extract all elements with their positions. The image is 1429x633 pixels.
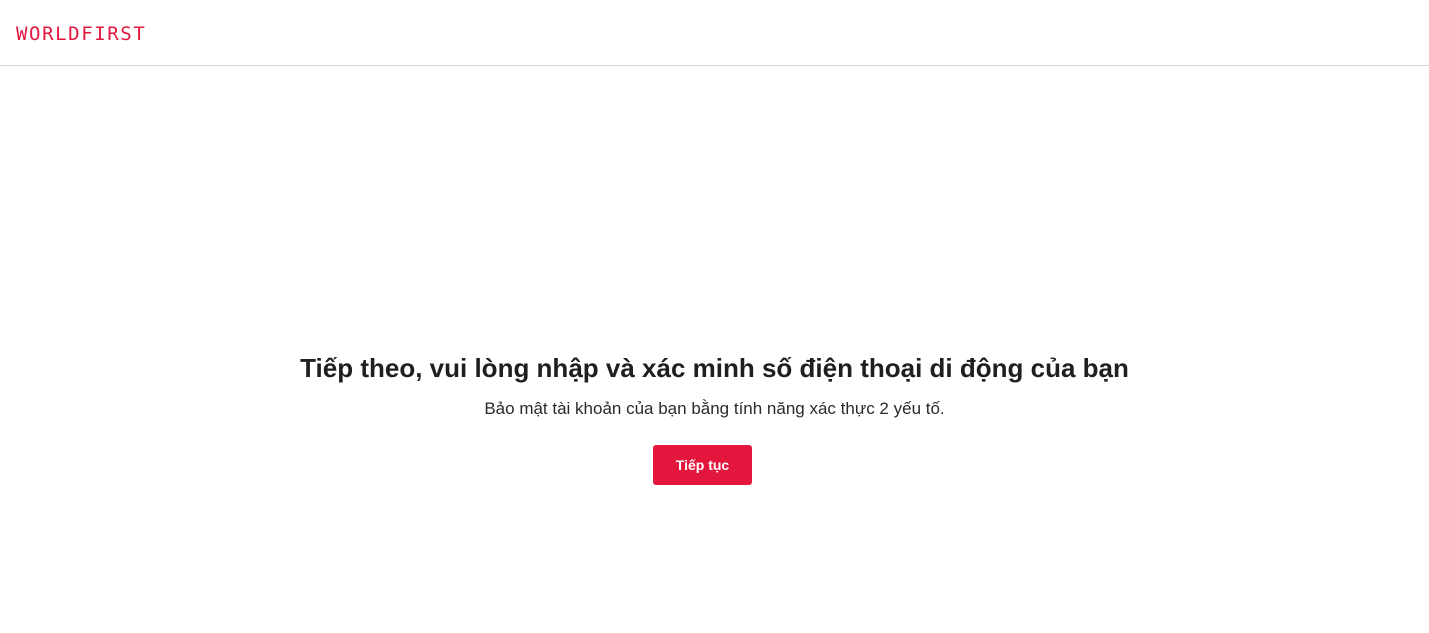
top-header: WORLDFIRST (0, 0, 1429, 66)
worldfirst-logo[interactable]: WORLDFIRST (16, 23, 146, 45)
main-content: Tiếp theo, vui lòng nhập và xác minh số … (0, 67, 1429, 633)
page-title: Tiếp theo, vui lòng nhập và xác minh số … (300, 353, 1129, 383)
page-subtitle: Bảo mật tài khoản của bạn bằng tính năng… (484, 399, 945, 418)
continue-button[interactable]: Tiếp tục (653, 445, 752, 485)
